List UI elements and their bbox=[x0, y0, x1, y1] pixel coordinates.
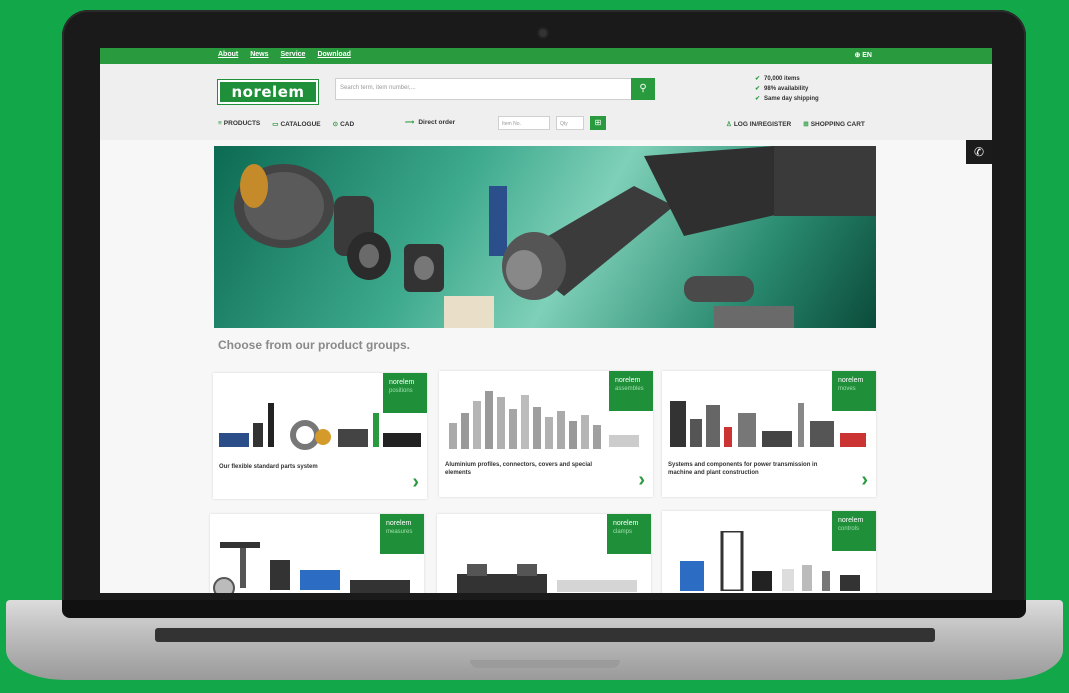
menu-icon: ≡ bbox=[218, 120, 222, 127]
main-nav: ≡ PRODUCTS ▭ CATALOGUE ⊙ CAD bbox=[218, 120, 354, 128]
top-bar: About News Service Download ⊕ EN bbox=[100, 48, 992, 64]
about-link[interactable]: About bbox=[218, 51, 238, 58]
header: norelem Search term, item number,... ⚲ ✔… bbox=[100, 64, 992, 140]
usp-list: ✔ 70,000 items ✔ 98% availability ✔ Same da… bbox=[755, 74, 819, 104]
search-button[interactable]: ⚲ bbox=[631, 78, 655, 100]
usp-item: ✔ Same day shipping bbox=[755, 96, 819, 102]
news-link[interactable]: News bbox=[250, 51, 268, 58]
check-icon: ✔ bbox=[755, 96, 761, 102]
search-input[interactable]: Search term, item number,... bbox=[335, 78, 633, 100]
truck-icon: ⟿ bbox=[405, 119, 415, 126]
usp-item: ✔ 70,000 items bbox=[755, 76, 800, 82]
search-icon: ⚲ bbox=[639, 83, 647, 94]
card-image bbox=[449, 391, 639, 449]
card-description: Systems and components for power transmi… bbox=[668, 462, 818, 476]
laptop-notch bbox=[470, 660, 620, 668]
product-card-clamps[interactable]: norelem clamps bbox=[437, 514, 651, 593]
hero-banner bbox=[214, 146, 876, 328]
nav-products[interactable]: ≡ PRODUCTS bbox=[218, 120, 260, 128]
cart-icon: ⊞ bbox=[803, 121, 809, 128]
cad-icon: ⊙ bbox=[332, 121, 339, 128]
service-link[interactable]: Service bbox=[281, 51, 306, 58]
add-to-cart-button[interactable]: ⊞ bbox=[590, 116, 606, 130]
nav-cad[interactable]: ⊙ CAD bbox=[333, 120, 355, 128]
product-card-positions[interactable]: norelem positions Our flexible standard … bbox=[213, 373, 427, 499]
search-placeholder: Search term, item number,... bbox=[340, 85, 416, 91]
chevron-right-icon[interactable]: › bbox=[861, 469, 868, 492]
catalogue-icon: ▭ bbox=[272, 121, 279, 128]
product-card-assembles[interactable]: norelem assembles Aluminium profiles, co… bbox=[439, 371, 653, 497]
hero-image bbox=[234, 146, 876, 328]
user-icon: ♙ bbox=[726, 121, 732, 128]
cart-link[interactable]: ⊞ SHOPPING CART bbox=[803, 120, 865, 128]
website-screen: About News Service Download ⊕ EN norelem… bbox=[100, 48, 992, 593]
nav-catalogue[interactable]: ▭ CATALOGUE bbox=[272, 120, 320, 128]
laptop-keyboard bbox=[155, 628, 935, 642]
check-icon: ✔ bbox=[755, 86, 761, 92]
check-icon: ✔ bbox=[755, 76, 761, 82]
top-links: About News Service Download bbox=[218, 51, 351, 58]
camera bbox=[539, 29, 547, 37]
product-card-moves[interactable]: norelem moves Systems and components for… bbox=[662, 371, 876, 497]
download-link[interactable]: Download bbox=[317, 51, 350, 58]
chevron-right-icon[interactable]: › bbox=[638, 469, 645, 492]
item-number-input[interactable]: Item No. bbox=[498, 116, 550, 130]
card-description: Aluminium profiles, connectors, covers a… bbox=[445, 462, 593, 476]
card-image bbox=[457, 564, 637, 593]
account-nav: ♙ LOG IN/REGISTER ⊞ SHOPPING CART bbox=[726, 120, 865, 128]
product-card-controls[interactable]: norelem controls bbox=[662, 511, 876, 593]
usp-item: ✔ 98% availability bbox=[755, 86, 809, 92]
direct-order-label: ⟿ Direct order bbox=[405, 119, 456, 126]
norelem-logo[interactable]: norelem bbox=[218, 80, 318, 104]
chevron-right-icon[interactable]: › bbox=[412, 471, 419, 494]
product-card-measures[interactable]: norelem measures bbox=[210, 514, 424, 593]
language-selector[interactable]: ⊕ EN bbox=[854, 51, 872, 59]
login-link[interactable]: ♙ LOG IN/REGISTER bbox=[726, 120, 791, 128]
card-image bbox=[213, 542, 410, 593]
cart-icon: ⊞ bbox=[594, 118, 602, 127]
phone-button[interactable]: ✆ bbox=[966, 140, 992, 164]
card-description: Our flexible standard parts system bbox=[219, 464, 318, 470]
globe-icon: ⊕ bbox=[854, 52, 861, 59]
laptop-hinge bbox=[62, 600, 1026, 618]
card-image bbox=[219, 403, 421, 450]
phone-icon: ✆ bbox=[973, 145, 985, 159]
quantity-input[interactable]: Qty bbox=[556, 116, 584, 130]
card-image bbox=[670, 401, 866, 447]
card-image bbox=[680, 531, 860, 591]
page-heading: Choose from our product groups. bbox=[218, 338, 410, 352]
